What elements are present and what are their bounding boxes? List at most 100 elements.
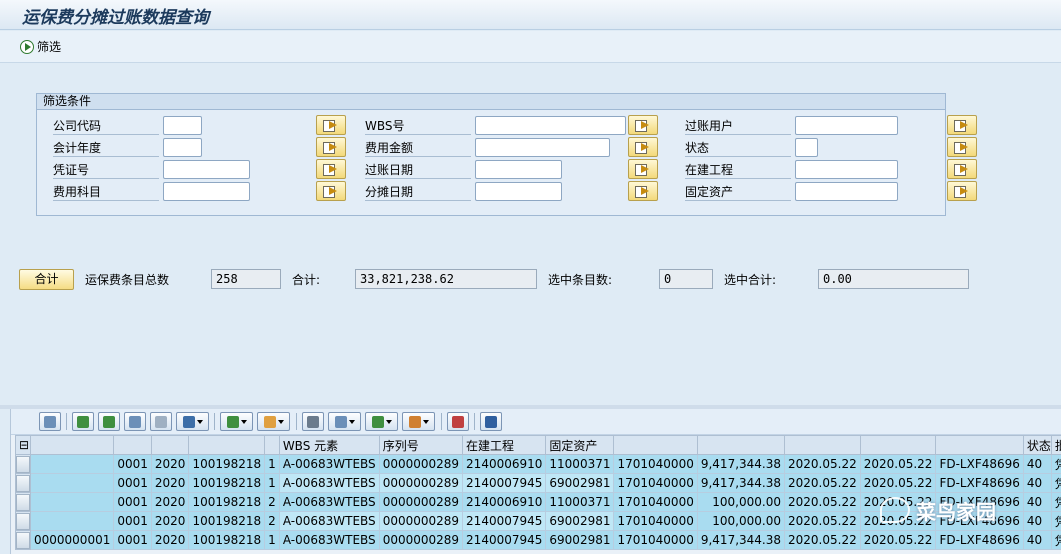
table-cell[interactable]: 100198218 bbox=[188, 473, 266, 493]
posting-date-multi-select-button[interactable] bbox=[628, 159, 658, 179]
table-cell[interactable]: 1701040000 bbox=[613, 492, 698, 512]
print-button[interactable] bbox=[302, 412, 324, 431]
table-row[interactable]: 0000000001 0001 2020 100198218 1 A-00683WTEBS… bbox=[15, 530, 1061, 550]
table-cell[interactable]: 69002981 bbox=[545, 473, 615, 493]
document-number-input[interactable] bbox=[163, 160, 250, 179]
sum-button[interactable]: 合计 bbox=[19, 269, 74, 290]
column-header[interactable] bbox=[696, 435, 786, 455]
table-cell[interactable]: A-00683WTEBS bbox=[278, 454, 380, 474]
table-cell[interactable]: 0001 bbox=[113, 454, 152, 474]
table-cell[interactable]: 1701040000 bbox=[613, 454, 698, 474]
table-cell[interactable]: 100,000.00 bbox=[696, 511, 786, 531]
table-row[interactable]: 0001 2020 100198218 1 A-00683WTEBS 0000000289… bbox=[15, 473, 1061, 493]
table-cell[interactable]: 40 bbox=[1022, 473, 1052, 493]
posting-user-multi-select-button[interactable] bbox=[947, 115, 977, 135]
fixed-asset-multi-select-button[interactable] bbox=[947, 181, 977, 201]
column-header[interactable] bbox=[188, 435, 266, 455]
table-cell[interactable]: 100198218 bbox=[188, 454, 266, 474]
table-cell[interactable] bbox=[29, 492, 115, 512]
allocation-date-multi-select-button[interactable] bbox=[628, 181, 658, 201]
table-cell[interactable]: FD-LXF48696 bbox=[935, 454, 1024, 474]
total-button[interactable] bbox=[220, 412, 253, 431]
expense-amount-multi-select-button[interactable] bbox=[628, 137, 658, 157]
column-header[interactable] bbox=[113, 435, 152, 455]
table-cell[interactable]: 2 bbox=[264, 492, 280, 512]
table-cell[interactable]: 9,417,344.38 bbox=[696, 473, 786, 493]
table-cell[interactable]: 0001 bbox=[113, 530, 152, 550]
column-header[interactable] bbox=[150, 435, 190, 455]
table-cell[interactable]: 凭 bbox=[1050, 454, 1061, 474]
column-header[interactable]: 批 bbox=[1050, 435, 1061, 455]
table-cell[interactable]: 69002981 bbox=[545, 511, 615, 531]
column-header-wbs[interactable]: WBS 元素 bbox=[278, 435, 380, 455]
posting-date-input[interactable] bbox=[475, 160, 562, 179]
column-header[interactable] bbox=[784, 435, 861, 455]
table-cell[interactable] bbox=[29, 511, 115, 531]
table-cell[interactable]: 2020 bbox=[150, 492, 190, 512]
column-header-fixed-asset[interactable]: 固定资产 bbox=[545, 435, 615, 455]
table-cell[interactable]: 1701040000 bbox=[613, 511, 698, 531]
table-cell[interactable]: 0001 bbox=[113, 511, 152, 531]
document-number-multi-select-button[interactable] bbox=[316, 159, 346, 179]
table-cell[interactable]: A-00683WTEBS bbox=[278, 511, 380, 531]
table-cell[interactable]: 11000371 bbox=[545, 492, 615, 512]
row-selector[interactable] bbox=[15, 492, 31, 512]
table-cell[interactable]: 9,417,344.38 bbox=[696, 530, 786, 550]
table-cell[interactable]: 2020 bbox=[150, 530, 190, 550]
table-cell[interactable]: 2140006910 bbox=[462, 454, 547, 474]
table-cell[interactable]: 69002981 bbox=[545, 530, 615, 550]
table-cell[interactable]: 40 bbox=[1022, 530, 1052, 550]
table-cell[interactable]: A-00683WTEBS bbox=[278, 492, 380, 512]
expense-account-input[interactable] bbox=[163, 182, 250, 201]
table-cell[interactable]: 100198218 bbox=[188, 511, 266, 531]
table-cell[interactable]: A-00683WTEBS bbox=[278, 473, 380, 493]
column-header[interactable] bbox=[859, 435, 937, 455]
fixed-asset-input[interactable] bbox=[795, 182, 898, 201]
table-cell[interactable]: 100198218 bbox=[188, 492, 266, 512]
views-button[interactable] bbox=[328, 412, 361, 431]
table-cell[interactable]: 0001 bbox=[113, 473, 152, 493]
column-header[interactable] bbox=[29, 435, 115, 455]
information-button[interactable] bbox=[480, 412, 502, 431]
column-header-cip[interactable]: 在建工程 bbox=[462, 435, 547, 455]
table-cell[interactable]: 1 bbox=[264, 473, 280, 493]
table-cell[interactable]: 2 bbox=[264, 511, 280, 531]
row-selector[interactable] bbox=[15, 473, 31, 493]
table-cell[interactable]: 2140007945 bbox=[462, 511, 547, 531]
table-cell[interactable]: 0000000001 bbox=[29, 530, 115, 550]
table-cell[interactable]: 2020 bbox=[150, 454, 190, 474]
sort-descending-button[interactable] bbox=[98, 412, 120, 431]
table-cell[interactable]: 1 bbox=[264, 454, 280, 474]
table-cell[interactable]: 2020.05.22 bbox=[859, 473, 937, 493]
table-cell[interactable]: 凭 bbox=[1050, 530, 1061, 550]
table-cell[interactable]: 40 bbox=[1022, 454, 1052, 474]
row-selector[interactable] bbox=[15, 454, 31, 474]
details-button[interactable] bbox=[39, 412, 61, 431]
fiscal-year-multi-select-button[interactable] bbox=[316, 137, 346, 157]
company-code-input[interactable] bbox=[163, 116, 202, 135]
find-button[interactable] bbox=[124, 412, 146, 431]
expense-account-multi-select-button[interactable] bbox=[316, 181, 346, 201]
export-button[interactable] bbox=[365, 412, 398, 431]
table-cell[interactable]: 0000000289 bbox=[378, 511, 464, 531]
table-cell[interactable]: 2020.05.22 bbox=[859, 454, 937, 474]
table-cell[interactable]: 2020 bbox=[150, 473, 190, 493]
table-cell[interactable]: 2020.05.22 bbox=[784, 511, 861, 531]
column-header[interactable] bbox=[935, 435, 1024, 455]
table-cell[interactable]: 9,417,344.38 bbox=[696, 454, 786, 474]
graphic-button[interactable] bbox=[447, 412, 469, 431]
column-header-status[interactable]: 状态 bbox=[1022, 435, 1052, 455]
subtotal-button[interactable] bbox=[257, 412, 290, 431]
table-cell[interactable]: FD-LXF48696 bbox=[935, 530, 1024, 550]
table-cell[interactable]: 凭 bbox=[1050, 492, 1061, 512]
table-cell[interactable]: FD-LXF48696 bbox=[935, 473, 1024, 493]
table-cell[interactable]: 2140007945 bbox=[462, 473, 547, 493]
find-next-button[interactable] bbox=[150, 412, 172, 431]
status-multi-select-button[interactable] bbox=[947, 137, 977, 157]
fiscal-year-input[interactable] bbox=[163, 138, 202, 157]
table-cell[interactable]: 2020.05.22 bbox=[784, 492, 861, 512]
table-cell[interactable]: 凭 bbox=[1050, 473, 1061, 493]
column-header[interactable] bbox=[264, 435, 280, 455]
cip-multi-select-button[interactable] bbox=[947, 159, 977, 179]
sort-ascending-button[interactable] bbox=[72, 412, 94, 431]
